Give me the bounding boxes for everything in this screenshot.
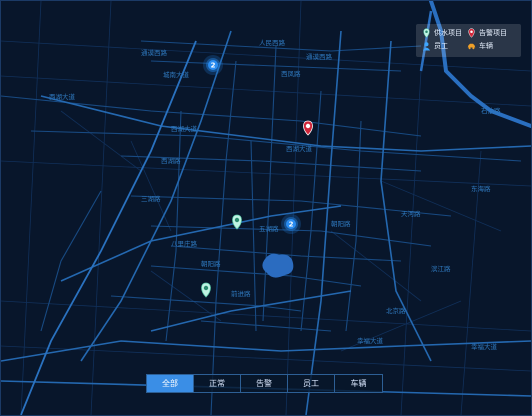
- cluster-count: 2: [289, 221, 294, 229]
- city-map[interactable]: 人民西路 通谟西路 通谟西路 城南大道 西凤路 西湖大道 西湖大道 西湖大道 西…: [1, 1, 531, 415]
- legend-label: 供水项目: [434, 29, 462, 37]
- street-label: 五湖路: [259, 224, 279, 233]
- street-label: 西湖大道: [171, 124, 198, 133]
- water-project-marker[interactable]: [232, 214, 242, 230]
- legend-label: 告警项目: [479, 29, 507, 37]
- street-label: 三湖路: [141, 194, 161, 203]
- street-label: 北京路: [386, 306, 406, 315]
- street-label: 幸福大道: [357, 336, 384, 345]
- street-label: 西湖大道: [286, 144, 313, 153]
- legend-label: 员工: [434, 42, 448, 50]
- legend-item-alarm: 告警项目: [467, 28, 507, 38]
- street-label: 人民西路: [259, 38, 286, 47]
- alarm-project-marker[interactable]: [303, 120, 313, 136]
- street-label: 城南大道: [163, 70, 190, 79]
- staff-icon: [422, 42, 431, 51]
- street-label: 朝阳路: [201, 259, 221, 268]
- cluster-marker[interactable]: 2: [203, 55, 223, 75]
- major-roads: [1, 30, 531, 415]
- filter-tabs: 全部 正常 告警 员工 车辆: [146, 374, 383, 393]
- map-legend: 供水项目 告警项目 员工 车辆: [416, 24, 521, 57]
- street-label: 滨江路: [431, 264, 451, 273]
- street-label: 东海路: [471, 184, 491, 193]
- minor-roads: [1, 1, 531, 415]
- vehicle-icon: [467, 43, 476, 50]
- street-label: 幸福大道: [471, 342, 498, 351]
- street-label: 天河路: [401, 209, 421, 218]
- tab-normal[interactable]: 正常: [194, 375, 241, 392]
- legend-item-water: 供水项目: [422, 28, 462, 38]
- street-label: 前进路: [231, 289, 251, 298]
- cluster-marker[interactable]: 2: [281, 214, 301, 234]
- street-label: 西湖大道: [49, 92, 76, 101]
- tab-alarm[interactable]: 告警: [241, 375, 288, 392]
- street-label: 八里庄路: [171, 239, 198, 248]
- tab-vehicle[interactable]: 车辆: [335, 375, 382, 392]
- legend-item-staff: 员工: [422, 41, 448, 51]
- water-project-pin-icon: [423, 28, 430, 38]
- street-label: 西湖路: [161, 156, 181, 165]
- cluster-count: 2: [211, 62, 216, 70]
- street-label: 通谟西路: [306, 52, 333, 61]
- street-label: 朝阳路: [331, 219, 351, 228]
- street-label: 西凤路: [281, 69, 301, 78]
- map-view[interactable]: 人民西路 通谟西路 通谟西路 城南大道 西凤路 西湖大道 西湖大道 西湖大道 西…: [0, 0, 532, 416]
- water-project-marker[interactable]: [201, 282, 211, 298]
- street-label: 石油路: [481, 106, 501, 115]
- legend-item-vehicle: 车辆: [467, 41, 493, 51]
- alarm-project-pin-icon: [468, 28, 475, 38]
- tab-all[interactable]: 全部: [147, 375, 194, 392]
- street-label: 通谟西路: [141, 48, 168, 57]
- tab-staff[interactable]: 员工: [288, 375, 335, 392]
- legend-label: 车辆: [479, 42, 493, 50]
